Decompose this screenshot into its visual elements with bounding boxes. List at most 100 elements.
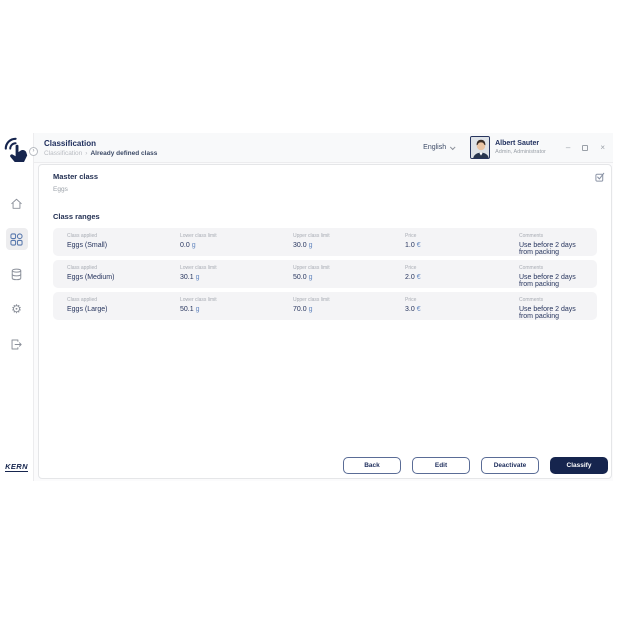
sidebar-item-dashboard[interactable] <box>6 228 28 250</box>
cell-value: Use before 2 days from packing <box>519 274 589 288</box>
sidebar-nav: ⚙ <box>6 193 28 355</box>
column-label: Class applied <box>67 297 180 303</box>
breadcrumb-current: Already defined class <box>90 150 157 157</box>
column-label: Class applied <box>67 265 180 271</box>
cell-value: 50.0 g <box>293 274 405 281</box>
cell-upper-limit: Upper class limit 70.0 g <box>293 297 405 321</box>
master-class-label: Master class <box>53 172 597 181</box>
user-profile[interactable]: Albert Sauter Admin, Administrator <box>470 136 546 159</box>
deactivate-button[interactable]: Deactivate <box>481 457 539 474</box>
column-label: Price <box>405 297 519 303</box>
top-bar: Classification Classification › Already … <box>34 133 613 163</box>
currency-label: € <box>417 274 421 281</box>
topbar-right: English <box>423 136 605 159</box>
column-label: Lower class limit <box>180 297 293 303</box>
cell-value: Eggs (Small) <box>67 242 180 249</box>
content-area: Master class Eggs Class ranges Class app… <box>34 163 613 481</box>
unit-label: g <box>192 242 196 249</box>
cell-upper-limit: Upper class limit 50.0 g <box>293 265 405 289</box>
cell-value: 70.0 g <box>293 306 405 313</box>
checkbox-checked-icon[interactable] <box>595 169 605 187</box>
column-label: Comments <box>519 265 589 271</box>
cell-value: 30.0 g <box>293 242 405 249</box>
back-button[interactable]: Back <box>343 457 401 474</box>
title-block: Classification Classification › Already … <box>44 139 157 157</box>
column-label: Upper class limit <box>293 233 405 239</box>
edit-button[interactable]: Edit <box>412 457 470 474</box>
class-range-row[interactable]: Class applied Eggs (Large) Lower class l… <box>53 292 597 320</box>
cell-value: 30.1 g <box>180 274 293 281</box>
cell-value: 0.0 g <box>180 242 293 249</box>
cell-lower-limit: Lower class limit 0.0 g <box>180 233 293 257</box>
column-label: Upper class limit <box>293 297 405 303</box>
cell-lower-limit: Lower class limit 50.1 g <box>180 297 293 321</box>
sidebar-item-settings[interactable]: ⚙ <box>6 298 28 320</box>
language-label: English <box>423 144 446 151</box>
user-name: Albert Sauter <box>495 140 546 147</box>
app-logo <box>3 137 30 167</box>
cell-comments: Comments Use before 2 days from packing <box>519 265 589 289</box>
app-window: ⚙ KERN › Classification Classification <box>0 133 613 481</box>
database-icon <box>10 268 23 281</box>
sidebar-item-logout[interactable] <box>6 333 28 355</box>
cell-value: 50.1 g <box>180 306 293 313</box>
sidebar-item-home[interactable] <box>6 193 28 215</box>
unit-label: g <box>309 306 313 313</box>
page-title: Classification <box>44 139 157 148</box>
cell-lower-limit: Lower class limit 30.1 g <box>180 265 293 289</box>
cell-value: Use before 2 days from packing <box>519 242 589 256</box>
unit-label: g <box>196 306 200 313</box>
column-label: Price <box>405 265 519 271</box>
home-icon <box>10 198 23 210</box>
column-label: Comments <box>519 297 589 303</box>
chevron-down-icon <box>450 144 456 150</box>
desktop-background: ⚙ KERN › Classification Classification <box>0 0 620 620</box>
cell-value: 2.0 € <box>405 274 519 281</box>
maximize-icon <box>582 145 588 151</box>
breadcrumb-separator-icon: › <box>85 150 87 157</box>
column-label: Lower class limit <box>180 233 293 239</box>
column-label: Price <box>405 233 519 239</box>
column-label: Class applied <box>67 233 180 239</box>
user-role: Admin, Administrator <box>495 149 546 155</box>
dashboard-grid-icon <box>10 233 23 246</box>
cell-upper-limit: Upper class limit 30.0 g <box>293 233 405 257</box>
sidebar-toggle-button[interactable]: › <box>29 147 38 156</box>
class-range-row[interactable]: Class applied Eggs (Medium) Lower class … <box>53 260 597 288</box>
window-controls: – × <box>566 144 605 152</box>
unit-label: g <box>196 274 200 281</box>
classify-button[interactable]: Classify <box>550 457 608 474</box>
minimize-button[interactable]: – <box>566 144 570 152</box>
cell-price: Price 1.0 € <box>405 233 519 257</box>
avatar <box>470 136 490 159</box>
cell-price: Price 3.0 € <box>405 297 519 321</box>
cell-class-applied: Class applied Eggs (Large) <box>67 297 180 321</box>
breadcrumb-root[interactable]: Classification <box>44 150 82 157</box>
main-area: Classification Classification › Already … <box>33 133 613 481</box>
cell-class-applied: Class applied Eggs (Medium) <box>67 265 180 289</box>
column-label: Upper class limit <box>293 265 405 271</box>
class-details-card: Master class Eggs Class ranges Class app… <box>38 164 612 479</box>
cell-price: Price 2.0 € <box>405 265 519 289</box>
action-buttons: Back Edit Deactivate Classify <box>343 457 608 474</box>
class-range-list: Class applied Eggs (Small) Lower class l… <box>53 228 597 320</box>
language-selector[interactable]: English <box>423 144 454 151</box>
maximize-button[interactable] <box>582 145 588 151</box>
cell-value: Eggs (Large) <box>67 306 180 313</box>
sidebar-item-database[interactable] <box>6 263 28 285</box>
user-info: Albert Sauter Admin, Administrator <box>495 140 546 155</box>
currency-label: € <box>417 306 421 313</box>
logout-icon <box>10 338 23 351</box>
cell-comments: Comments Use before 2 days from packing <box>519 233 589 257</box>
column-label: Comments <box>519 233 589 239</box>
class-range-row[interactable]: Class applied Eggs (Small) Lower class l… <box>53 228 597 256</box>
currency-label: € <box>417 242 421 249</box>
close-button[interactable]: × <box>600 144 605 152</box>
column-label: Lower class limit <box>180 265 293 271</box>
cell-class-applied: Class applied Eggs (Small) <box>67 233 180 257</box>
sidebar: ⚙ KERN <box>0 133 33 481</box>
unit-label: g <box>309 274 313 281</box>
kern-logo: KERN <box>5 462 28 473</box>
master-class-value: Eggs <box>53 186 597 193</box>
breadcrumb: Classification › Already defined class <box>44 150 157 157</box>
